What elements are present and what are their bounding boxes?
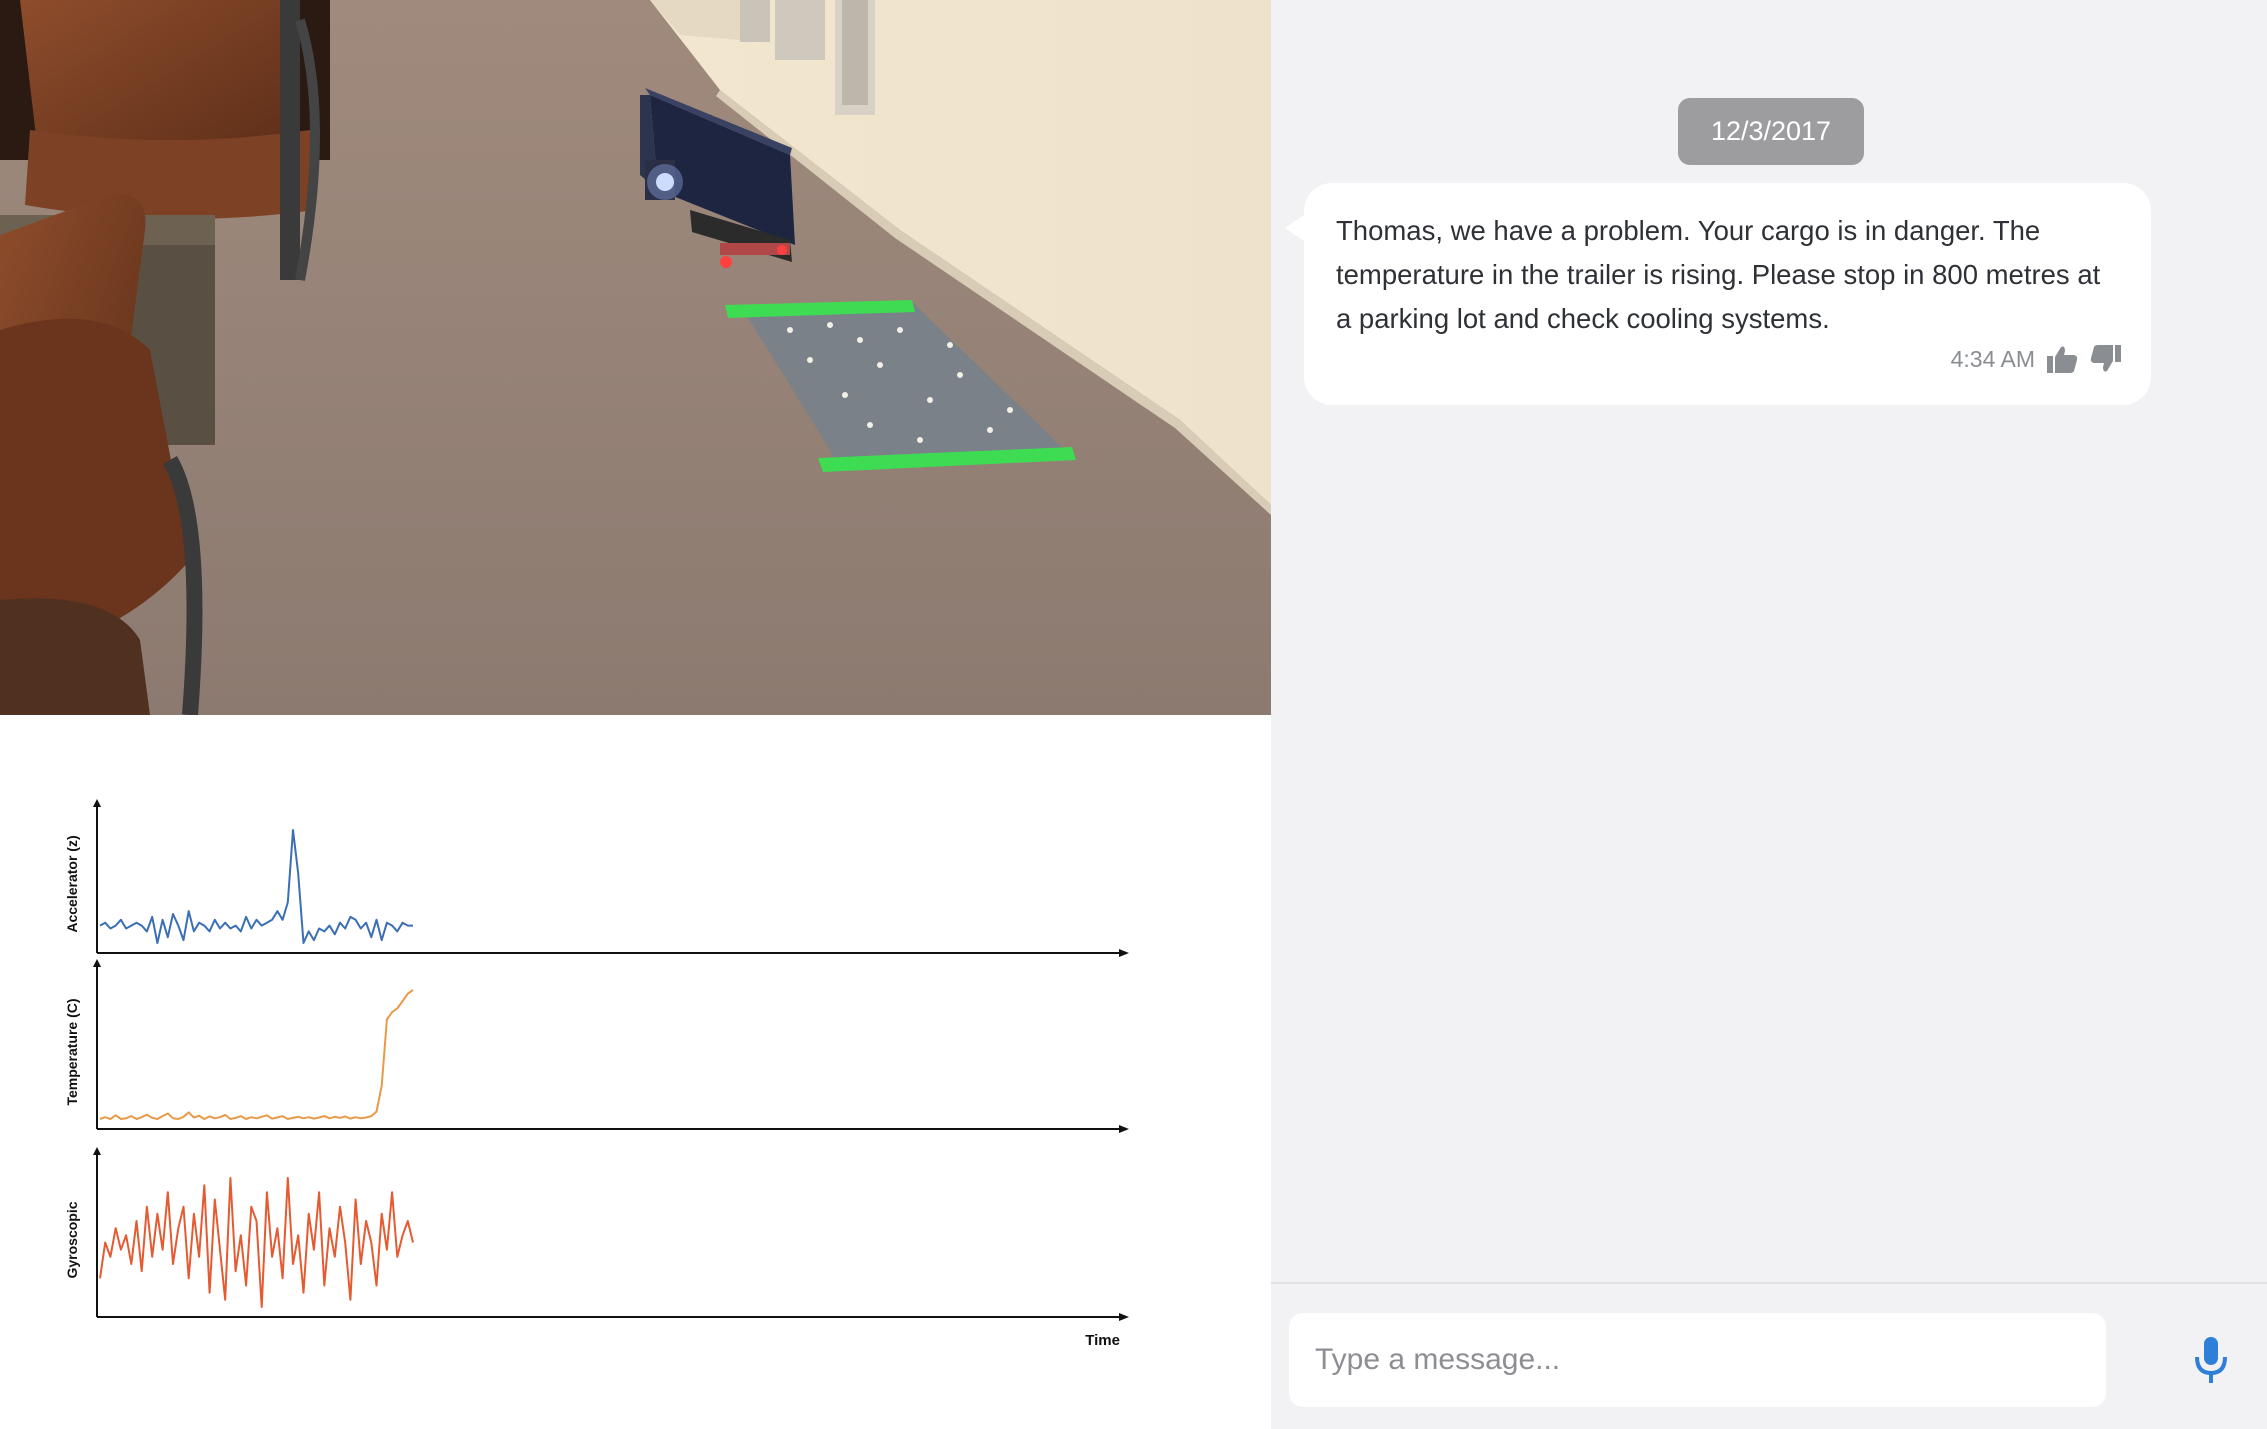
y-axis-arrow (93, 959, 101, 967)
y-axis-arrow (93, 1147, 101, 1155)
series-line (99, 1177, 414, 1308)
y-axis-label: Temperature (C) (64, 998, 80, 1105)
y-axis-label: Accelerator (z) (64, 835, 80, 932)
message-meta: 4:34 AM (1951, 343, 2123, 375)
date-badge: 12/3/2017 (1678, 98, 1864, 165)
thumbs-down-icon[interactable] (2089, 343, 2123, 375)
photo-illustration (0, 0, 1271, 715)
message-input[interactable] (1289, 1313, 2106, 1407)
x-axis-label: Time (1085, 1332, 1120, 1349)
y-axis-label: Gyroscopic (64, 1201, 80, 1278)
message-bubble: Thomas, we have a problem. Your cargo is… (1304, 183, 2151, 405)
series-line (99, 989, 414, 1120)
input-divider (1271, 1282, 2267, 1284)
x-axis-arrow (1119, 949, 1129, 957)
temperature-chart: Temperature (C) (64, 959, 1129, 1133)
y-axis-arrow (93, 799, 101, 807)
message-text: Thomas, we have a problem. Your cargo is… (1336, 215, 2101, 334)
message-time: 4:34 AM (1950, 345, 2035, 372)
thumbs-up-icon[interactable] (2045, 343, 2079, 375)
sensor-charts: Accelerator (z) Temperature (C) Gyroscop… (64, 799, 1129, 1349)
truck-photo (0, 0, 1271, 715)
x-axis-arrow (1119, 1313, 1129, 1321)
gyroscopic-chart: Gyroscopic Time (64, 1147, 1129, 1349)
x-axis-arrow (1119, 1125, 1129, 1133)
microphone-icon[interactable] (2191, 1335, 2231, 1387)
chat-panel: 12/3/2017 Thomas, we have a problem. You… (1271, 0, 2267, 1429)
accelerator-chart: Accelerator (z) (64, 799, 1129, 957)
series-line (99, 829, 413, 944)
left-panel: Accelerator (z) Temperature (C) Gyroscop… (0, 0, 1271, 1429)
